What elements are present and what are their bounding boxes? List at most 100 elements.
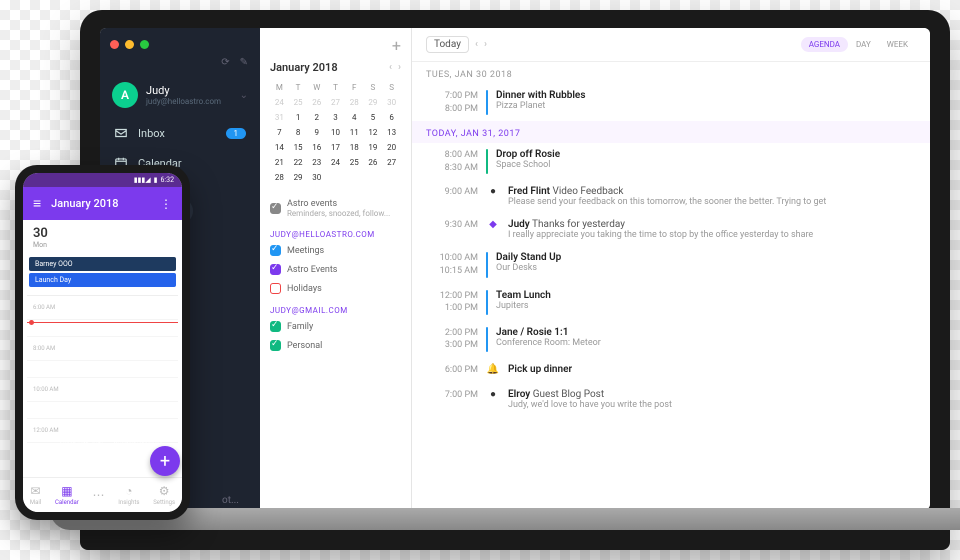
next-month-button[interactable]: › <box>398 62 401 73</box>
view-agenda[interactable]: AGENDA <box>801 37 848 52</box>
mobile-app: ▮▮▮◢ ▮ 6:32 ≡ January 2018 ⋮ 30 Mon Barn… <box>23 173 182 512</box>
filter-label: Astro events <box>287 199 390 209</box>
day-cell[interactable]: 30 <box>382 95 401 110</box>
view-week[interactable]: WEEK <box>879 37 916 52</box>
agenda-panel: Today ‹ › AGENDA DAY WEEK TUES, JAN 30 2… <box>412 28 930 510</box>
day-cell[interactable]: 23 <box>307 155 326 170</box>
day-cell[interactable]: 7 <box>270 125 289 140</box>
event-time: 10:00 AM10:15 AM <box>426 252 478 277</box>
day-cell[interactable]: 4 <box>345 110 364 125</box>
next-day-button[interactable]: › <box>484 39 487 50</box>
day-cell[interactable]: 28 <box>270 170 289 185</box>
agenda-event[interactable]: 8:00 AM8:30 AMDrop off RosieSpace School <box>412 143 930 180</box>
agenda-event[interactable]: 7:00 PM●Elroy Guest Blog PostJudy, we'd … <box>412 383 930 416</box>
close-window-icon[interactable] <box>110 40 119 49</box>
day-cell[interactable]: 16 <box>307 140 326 155</box>
mobile-date-header: 30 Mon <box>23 220 182 255</box>
day-cell[interactable]: 26 <box>307 95 326 110</box>
mobile-allday-event[interactable]: Launch Day <box>29 273 176 287</box>
mobile-tab-settings[interactable]: ⚙Settings <box>153 484 175 506</box>
day-cell[interactable]: 14 <box>270 140 289 155</box>
mobile-tab-calendar[interactable]: ▦Calendar <box>55 484 79 506</box>
prev-day-button[interactable]: ‹ <box>475 39 478 50</box>
day-cell[interactable]: 18 <box>345 140 364 155</box>
agenda-event[interactable]: 12:00 PM1:00 PMTeam LunchJupiters <box>412 284 930 321</box>
day-cell[interactable]: 10 <box>326 125 345 140</box>
status-bar: ▮▮▮◢ ▮ 6:32 <box>23 173 182 187</box>
compose-icon[interactable]: ✎ <box>240 57 248 68</box>
day-cell[interactable]: 13 <box>382 125 401 140</box>
nav-inbox-label: Inbox <box>138 127 165 140</box>
day-cell[interactable]: 2 <box>307 110 326 125</box>
day-cell[interactable]: 25 <box>289 95 308 110</box>
day-cell[interactable]: 31 <box>270 110 289 125</box>
day-cell[interactable]: 21 <box>270 155 289 170</box>
day-cell[interactable]: 9 <box>307 125 326 140</box>
filter-astro-events[interactable]: Astro Events <box>270 260 401 279</box>
mobile-tab-insights[interactable]: ◔Insights <box>118 484 139 506</box>
filter-holidays[interactable]: Holidays <box>270 279 401 298</box>
day-cell[interactable]: 27 <box>382 155 401 170</box>
mobile-timed-event[interactable]: Daily Stand Up <box>55 364 172 377</box>
agenda-event[interactable]: 7:00 PM8:00 PMDinner with RubblesPizza P… <box>412 84 930 121</box>
event-title: Pick up dinner <box>508 364 916 375</box>
mobile-tab-mail[interactable]: ✉Mail <box>30 484 41 506</box>
agenda-event[interactable]: 6:00 PM🔔Pick up dinner <box>412 358 930 383</box>
day-cell[interactable]: 25 <box>345 155 364 170</box>
day-cell[interactable]: 20 <box>382 140 401 155</box>
agenda-event[interactable]: 9:00 AM●Fred Flint Video FeedbackPlease … <box>412 180 930 213</box>
menu-icon[interactable]: ≡ <box>33 195 41 212</box>
mobile-title: January 2018 <box>51 197 118 210</box>
day-cell[interactable]: 5 <box>364 110 383 125</box>
astrobot-icon: ⋯ <box>93 488 105 502</box>
day-cell[interactable]: 17 <box>326 140 345 155</box>
nav-inbox[interactable]: Inbox 1 <box>100 118 260 148</box>
event-color-bar <box>486 149 488 174</box>
day-cell[interactable]: 24 <box>270 95 289 110</box>
event-type-icon: 🔔 <box>486 364 500 377</box>
filter-account-header: JUDY@GMAIL.COM <box>270 306 401 315</box>
filter-astro-events[interactable]: Astro events Reminders, snoozed, follow.… <box>270 195 401 222</box>
day-cell[interactable]: 26 <box>364 155 383 170</box>
filter-personal[interactable]: Personal <box>270 336 401 355</box>
day-cell[interactable]: 19 <box>364 140 383 155</box>
minimize-window-icon[interactable] <box>125 40 134 49</box>
today-button[interactable]: Today <box>426 36 469 53</box>
weekday-header: F <box>345 80 364 95</box>
day-cell[interactable]: 1 <box>289 110 308 125</box>
maximize-window-icon[interactable] <box>140 40 149 49</box>
day-cell[interactable]: 12 <box>364 125 383 140</box>
filter-meetings[interactable]: Meetings <box>270 241 401 260</box>
filter-label: Family <box>287 322 313 332</box>
day-cell[interactable]: 22 <box>289 155 308 170</box>
event-title: Fred Flint Video Feedback <box>508 186 916 197</box>
day-cell[interactable]: 8 <box>289 125 308 140</box>
fab-new-event[interactable]: + <box>150 446 180 476</box>
mobile-tab-astrobot[interactable]: ⋯ <box>93 488 105 502</box>
agenda-event[interactable]: 2:00 PM3:00 PMJane / Rosie 1:1Conference… <box>412 321 930 358</box>
agenda-event[interactable]: 9:30 AM◆Judy Thanks for yesterdayI reall… <box>412 213 930 246</box>
account-switcher[interactable]: A Judy judy@helloastro.com ⌄ <box>100 72 260 118</box>
checkbox-icon <box>270 203 281 214</box>
filter-family[interactable]: Family <box>270 317 401 336</box>
day-cell[interactable]: 29 <box>364 95 383 110</box>
sync-icon[interactable]: ⟳ <box>221 57 229 68</box>
overflow-icon[interactable]: ⋮ <box>160 197 172 211</box>
event-location: Judy, we'd love to have you write the po… <box>508 400 916 410</box>
prev-month-button[interactable]: ‹ <box>389 62 392 73</box>
new-event-button[interactable]: + <box>392 36 401 55</box>
day-cell[interactable]: 11 <box>345 125 364 140</box>
view-day[interactable]: DAY <box>848 37 879 52</box>
mobile-timed-event[interactable]: Drop off Rosie at School <box>55 346 172 359</box>
day-cell[interactable]: 15 <box>289 140 308 155</box>
day-cell[interactable]: 6 <box>382 110 401 125</box>
day-cell[interactable]: 27 <box>326 95 345 110</box>
astrobot-label: ot... <box>222 495 239 506</box>
day-cell[interactable]: 30 <box>307 170 326 185</box>
day-cell[interactable]: 24 <box>326 155 345 170</box>
mobile-allday-event[interactable]: Barney OOO <box>29 257 176 271</box>
day-cell[interactable]: 28 <box>345 95 364 110</box>
day-cell[interactable]: 3 <box>326 110 345 125</box>
day-cell[interactable]: 29 <box>289 170 308 185</box>
agenda-event[interactable]: 10:00 AM10:15 AMDaily Stand UpOur Desks <box>412 246 930 283</box>
